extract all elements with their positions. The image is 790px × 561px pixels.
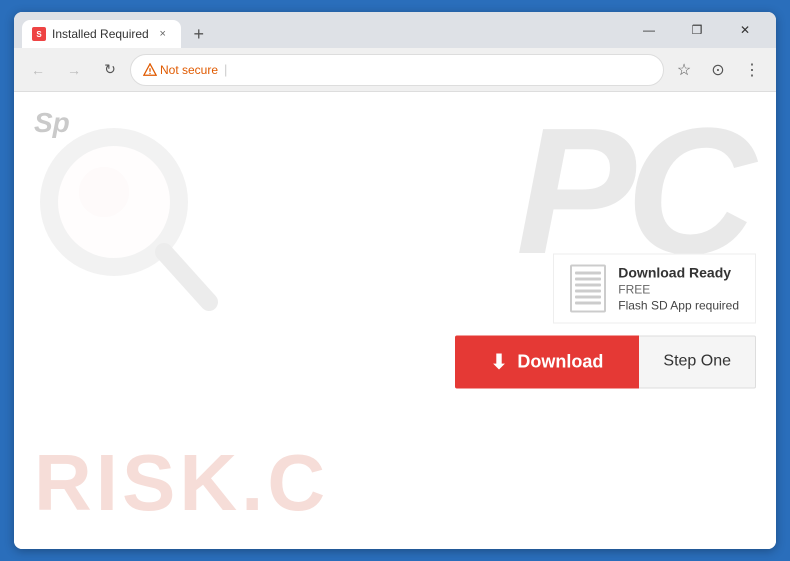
- window-controls: — ❒ ✕: [626, 16, 768, 44]
- file-line-3: [575, 284, 601, 287]
- file-line-4: [575, 290, 601, 293]
- tab-favicon: S: [32, 27, 46, 41]
- download-req-label: Flash SD App required: [618, 298, 739, 312]
- account-button[interactable]: ⊙: [702, 54, 734, 86]
- not-secure-label: Not secure: [160, 63, 218, 77]
- download-button[interactable]: ⬇ Download: [455, 335, 640, 388]
- navigation-bar: ← → ↻ Not secure | ☆ ⊙ ⋮: [14, 48, 776, 92]
- file-line-6: [575, 302, 601, 305]
- file-line-1: [575, 272, 601, 275]
- page-content: Sp PC RISK.C: [14, 92, 776, 549]
- menu-button[interactable]: ⋮: [736, 54, 768, 86]
- download-text-block: Download Ready FREE Flash SD App require…: [618, 264, 739, 312]
- logo-sd: Sp: [34, 107, 70, 139]
- action-buttons: ⬇ Download Step One: [455, 335, 756, 388]
- tab-title: Installed Required: [52, 27, 149, 41]
- reload-button[interactable]: ↻: [94, 54, 126, 86]
- restore-button[interactable]: ❒: [674, 16, 720, 44]
- minimize-button[interactable]: —: [626, 16, 672, 44]
- file-icon: [570, 264, 606, 312]
- title-bar: S Installed Required × + — ❒ ✕: [14, 12, 776, 48]
- close-window-button[interactable]: ✕: [722, 16, 768, 44]
- download-free-label: FREE: [618, 282, 739, 296]
- file-line-5: [575, 296, 601, 299]
- address-separator: |: [224, 62, 227, 77]
- risk-watermark: RISK.C: [34, 437, 329, 529]
- card-area: Download Ready FREE Flash SD App require…: [455, 253, 756, 388]
- download-icon: ⬇: [491, 349, 508, 374]
- bookmark-button[interactable]: ☆: [668, 54, 700, 86]
- address-bar[interactable]: Not secure |: [130, 54, 664, 86]
- back-button[interactable]: ←: [22, 54, 54, 86]
- active-tab[interactable]: S Installed Required ×: [22, 20, 181, 48]
- download-button-label: Download: [517, 351, 603, 372]
- new-tab-button[interactable]: +: [185, 20, 213, 48]
- security-indicator: Not secure: [143, 63, 218, 77]
- forward-button[interactable]: →: [58, 54, 90, 86]
- download-ready-label: Download Ready: [618, 264, 739, 280]
- file-line-2: [575, 278, 601, 281]
- browser-window: S Installed Required × + — ❒ ✕ ← → ↻: [14, 12, 776, 549]
- warning-icon: [143, 63, 157, 77]
- download-info-block: Download Ready FREE Flash SD App require…: [553, 253, 756, 323]
- step-one-button[interactable]: Step One: [639, 335, 756, 388]
- nav-actions: ☆ ⊙ ⋮: [668, 54, 768, 86]
- tabs-area: S Installed Required × +: [22, 12, 626, 48]
- close-tab-button[interactable]: ×: [155, 26, 171, 42]
- magnifier-watermark: [34, 122, 234, 327]
- favicon-letter: S: [36, 30, 41, 39]
